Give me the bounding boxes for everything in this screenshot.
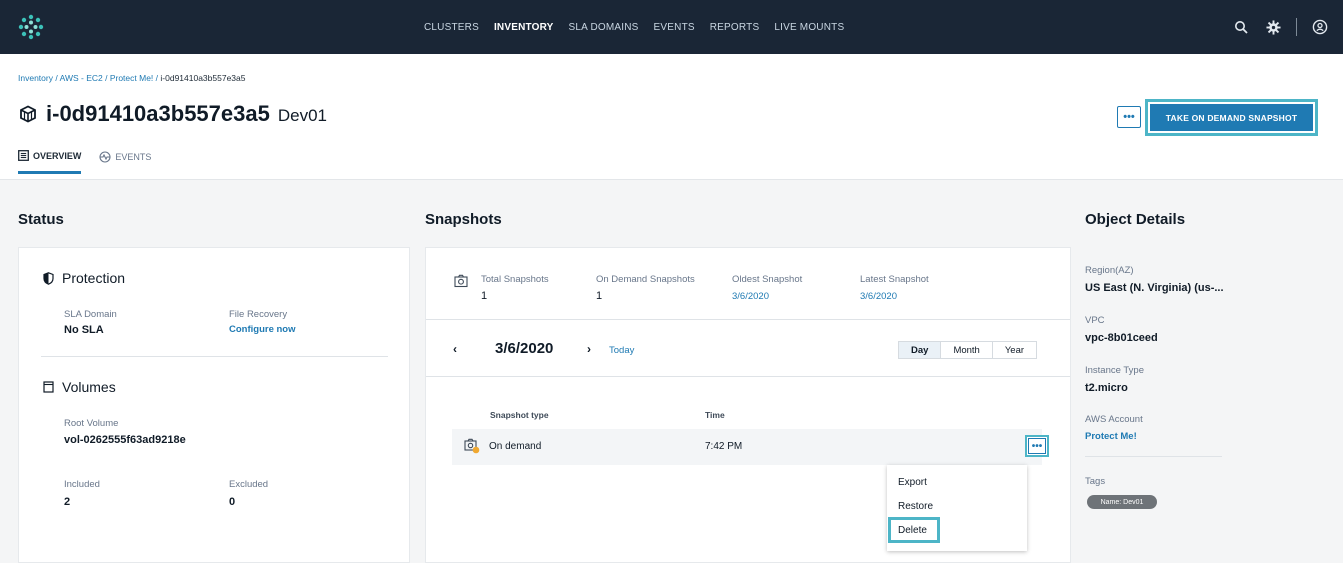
top-navigation-bar: CLUSTERS INVENTORY SLA DOMAINS EVENTS RE… xyxy=(0,0,1343,54)
nav-inventory[interactable]: INVENTORY xyxy=(494,22,554,33)
on-demand-snapshots-value: 1 xyxy=(596,290,603,302)
tag-pill[interactable]: Name: Dev01 xyxy=(1087,495,1157,509)
take-on-demand-snapshot-button[interactable]: TAKE ON DEMAND SNAPSHOT xyxy=(1150,104,1313,131)
tab-events[interactable]: EVENTS xyxy=(99,150,151,174)
on-demand-snapshot-icon xyxy=(464,438,480,454)
range-year-button[interactable]: Year xyxy=(991,342,1036,358)
user-icon[interactable] xyxy=(1311,18,1329,36)
instance-id-title: i-0d91410a3b557e3a5 xyxy=(46,101,270,126)
region-value: US East (N. Virginia) (us-... xyxy=(1085,282,1224,294)
page-title: i-0d91410a3b557e3a5 Dev01 xyxy=(18,101,327,127)
prev-date-button[interactable]: ‹ xyxy=(453,342,457,356)
nav-live-mounts[interactable]: LIVE MOUNTS xyxy=(774,22,844,33)
more-actions-button[interactable]: ••• xyxy=(1117,106,1141,128)
excluded-value: 0 xyxy=(229,496,236,508)
included-value: 2 xyxy=(64,496,71,508)
breadcrumb-protect-me[interactable]: Protect Me! xyxy=(110,73,153,83)
search-icon[interactable] xyxy=(1232,18,1250,36)
table-row[interactable]: On demand 7:42 PM ••• xyxy=(452,429,1049,465)
tab-overview[interactable]: OVERVIEW xyxy=(18,150,82,174)
column-time: Time xyxy=(705,410,725,420)
aws-account-link[interactable]: Protect Me! xyxy=(1085,431,1137,442)
activity-icon xyxy=(99,151,111,163)
oldest-snapshot-label: Oldest Snapshot xyxy=(732,274,803,285)
volumes-heading: Volumes xyxy=(43,379,116,395)
excluded-label: Excluded xyxy=(229,479,269,490)
nav-clusters[interactable]: CLUSTERS xyxy=(424,22,479,33)
top-right-icons xyxy=(1232,0,1329,54)
instance-type-value: t2.micro xyxy=(1085,382,1128,394)
row-more-highlight: ••• xyxy=(1025,435,1049,457)
latest-snapshot-label: Latest Snapshot xyxy=(860,274,929,285)
oldest-snapshot-link[interactable]: 3/6/2020 xyxy=(732,291,769,302)
row-more-button[interactable]: ••• xyxy=(1028,438,1046,454)
date-nav-divider xyxy=(426,376,1070,377)
nav-events[interactable]: EVENTS xyxy=(654,22,695,33)
root-volume-label: Root Volume xyxy=(64,418,119,429)
menu-export[interactable]: Export xyxy=(898,477,927,488)
protection-heading: Protection xyxy=(43,270,125,286)
tab-events-label: EVENTS xyxy=(115,152,152,162)
vpc-label: VPC xyxy=(1085,315,1105,326)
snapshot-button-highlight: TAKE ON DEMAND SNAPSHOT xyxy=(1145,99,1318,136)
today-link[interactable]: Today xyxy=(609,345,634,356)
aws-account-label: AWS Account xyxy=(1085,414,1143,425)
status-divider xyxy=(41,356,388,357)
sla-domain-value: No SLA xyxy=(64,324,104,336)
snapshot-context-menu: Export Restore Delete xyxy=(887,465,1027,551)
gear-icon[interactable] xyxy=(1264,18,1282,36)
volume-icon xyxy=(43,381,54,393)
breadcrumb: Inventory / AWS - EC2 / Protect Me! / i-… xyxy=(18,73,245,83)
latest-snapshot-link[interactable]: 3/6/2020 xyxy=(860,291,897,302)
vpc-value: vpc-8b01ceed xyxy=(1085,332,1158,344)
range-selector: Day Month Year xyxy=(898,341,1038,359)
column-snapshot-type: Snapshot type xyxy=(490,410,549,420)
root-volume-value: vol-0262555f63ad9218e xyxy=(64,434,186,446)
breadcrumb-separator: / xyxy=(52,73,60,83)
nav-reports[interactable]: REPORTS xyxy=(710,22,760,33)
status-card: Protection SLA Domain No SLA File Recove… xyxy=(18,247,410,563)
file-recovery-label: File Recovery xyxy=(229,309,288,320)
object-details-divider xyxy=(1085,456,1222,457)
total-snapshots-value: 1 xyxy=(481,290,488,302)
list-icon xyxy=(18,150,29,161)
status-section-title: Status xyxy=(18,211,64,228)
range-month-button[interactable]: Month xyxy=(940,342,991,358)
snapshot-time-cell: 7:42 PM xyxy=(705,441,743,452)
volumes-heading-label: Volumes xyxy=(62,379,116,395)
snapshots-section-title: Snapshots xyxy=(425,211,502,228)
tags-label: Tags xyxy=(1085,476,1106,487)
summary-divider xyxy=(426,319,1070,320)
nav-sla-domains[interactable]: SLA DOMAINS xyxy=(569,22,639,33)
shield-icon xyxy=(43,271,54,285)
logo-icon[interactable] xyxy=(18,14,44,40)
top-separator xyxy=(1296,18,1297,36)
breadcrumb-separator: / xyxy=(102,73,110,83)
main-nav: CLUSTERS INVENTORY SLA DOMAINS EVENTS RE… xyxy=(424,0,859,54)
protection-heading-label: Protection xyxy=(62,270,126,286)
region-label: Region(AZ) xyxy=(1085,265,1134,276)
menu-restore[interactable]: Restore xyxy=(898,501,933,512)
breadcrumb-current: i-0d91410a3b557e3a5 xyxy=(160,73,246,83)
total-snapshots-label: Total Snapshots xyxy=(481,274,549,285)
instance-name: Dev01 xyxy=(277,106,327,125)
on-demand-snapshots-label: On Demand Snapshots xyxy=(596,274,695,285)
snapshot-type-cell: On demand xyxy=(489,441,542,452)
camera-icon xyxy=(454,274,468,288)
sla-domain-label: SLA Domain xyxy=(64,309,117,320)
range-day-button[interactable]: Day xyxy=(899,342,941,358)
tabs: OVERVIEW EVENTS xyxy=(18,150,151,174)
included-label: Included xyxy=(64,479,100,490)
tab-overview-label: OVERVIEW xyxy=(33,150,82,161)
menu-delete[interactable]: Delete xyxy=(898,525,927,536)
instance-type-label: Instance Type xyxy=(1085,365,1144,376)
next-date-button[interactable]: › xyxy=(587,342,591,356)
object-details-title: Object Details xyxy=(1085,211,1186,228)
current-date: 3/6/2020 xyxy=(495,340,554,357)
ec2-instance-icon xyxy=(20,105,36,123)
breadcrumb-aws-ec2[interactable]: AWS - EC2 xyxy=(60,73,103,83)
configure-now-link[interactable]: Configure now xyxy=(229,324,296,335)
breadcrumb-inventory[interactable]: Inventory xyxy=(18,73,53,83)
